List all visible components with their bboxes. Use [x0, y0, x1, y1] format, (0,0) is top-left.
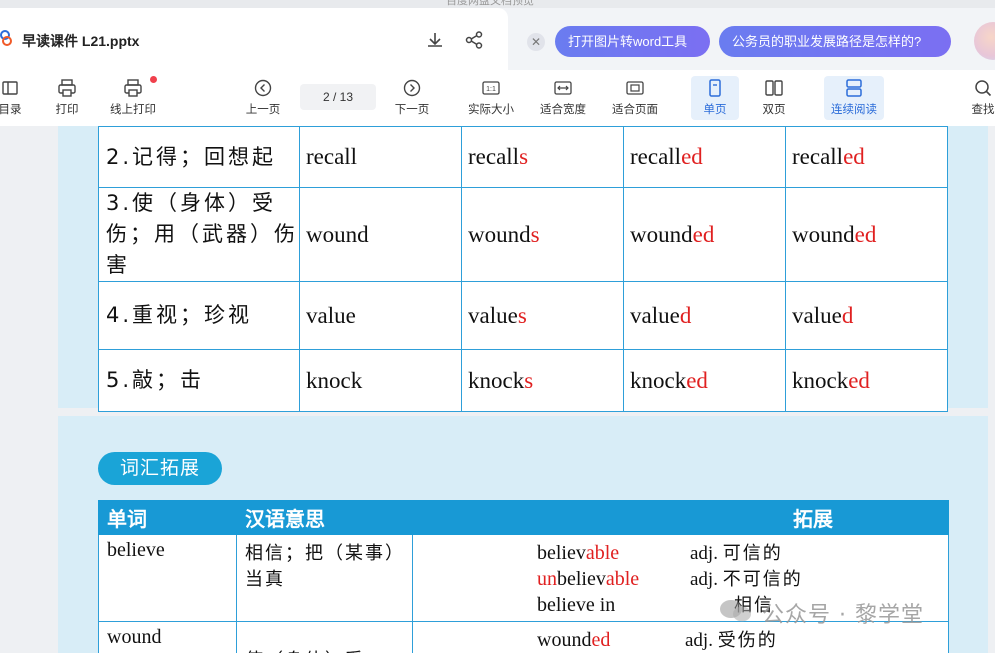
- meaning-cell: 使（身体）受: [236, 621, 413, 653]
- table-row: 4.重视；珍视 value values valued valued: [98, 281, 948, 350]
- fit-page-button[interactable]: 适合页面: [610, 76, 660, 120]
- meaning-cell: 2.记得；回想起: [98, 126, 300, 188]
- section-tag: 词汇拓展: [98, 452, 222, 485]
- app-title-bar: 百度网盘文档预览: [0, 0, 995, 8]
- catalog-label: 目录: [0, 104, 22, 116]
- file-name: 早读课件 L21.pptx: [22, 33, 140, 49]
- third-person-cell: knocks: [461, 349, 624, 412]
- single-page-button[interactable]: 单页: [691, 76, 739, 120]
- third-person-cell: recalls: [461, 126, 624, 188]
- page-total: 13: [339, 90, 354, 104]
- print-label: 打印: [55, 104, 79, 116]
- past-participle-cell: recalled: [785, 126, 948, 188]
- printer-icon: [58, 79, 76, 97]
- double-page-icon: [765, 80, 783, 96]
- word-cell: believe: [98, 534, 237, 622]
- document-tab[interactable]: 早读课件 L21.pptx: [0, 8, 508, 70]
- table-row: 2.记得；回想起 recall recalls recalled recalle…: [98, 126, 948, 188]
- extension-item: wounded adj. 受伤的: [537, 629, 778, 651]
- word-cell: wound: [98, 621, 237, 653]
- notification-dot: [150, 76, 157, 83]
- print-button[interactable]: 打印: [50, 76, 84, 120]
- table-row: 3.使（身体）受伤；用（武器）伤害 wound wounds wounded w…: [98, 187, 948, 282]
- suggested-question-button[interactable]: 公务员的职业发展路径是怎样的?: [719, 26, 951, 57]
- chevron-left-icon: [254, 79, 272, 97]
- meaning-cell: 4.重视；珍视: [98, 281, 300, 350]
- chevron-right-icon: [403, 79, 421, 97]
- single-page-label: 单页: [703, 104, 727, 116]
- table-row: 5.敲；击 knock knocks knocked knocked: [98, 349, 948, 412]
- vocabulary-extension-table: 单词 汉语意思 拓展 believe 相信；把（某事）当真 believable…: [98, 500, 949, 653]
- base-form-cell: value: [299, 281, 462, 350]
- document-canvas[interactable]: 2.记得；回想起 recall recalls recalled recalle…: [0, 126, 995, 653]
- share-icon[interactable]: [464, 30, 484, 50]
- printer-online-icon: [124, 79, 142, 97]
- third-person-cell: values: [461, 281, 624, 350]
- fit-page-label: 适合页面: [612, 104, 658, 116]
- third-person-cell: wounds: [461, 187, 624, 282]
- fit-width-button[interactable]: 适合宽度: [538, 76, 588, 120]
- continuous-reading-label: 连续阅读: [831, 104, 877, 116]
- word-forms-table: 2.记得；回想起 recall recalls recalled recalle…: [98, 126, 948, 412]
- catalog-icon: [2, 81, 18, 95]
- fit-width-icon: [554, 81, 572, 95]
- double-page-label: 双页: [762, 104, 786, 116]
- close-tips-icon[interactable]: ✕: [527, 33, 545, 51]
- past-cell: recalled: [623, 126, 786, 188]
- page-current: 2: [322, 90, 330, 104]
- past-cell: wounded: [623, 187, 786, 282]
- word-tool-button[interactable]: 打开图片转word工具: [555, 26, 710, 57]
- svg-text:1:1: 1:1: [486, 86, 496, 93]
- header-meaning: 汉语意思: [236, 500, 413, 535]
- online-print-label: 线上打印: [110, 104, 156, 116]
- slide-word-forms: 2.记得；回想起 recall recalls recalled recalle…: [58, 126, 988, 412]
- toolbar: 目录 打印 线上打印 上一页 2 / 13 下一页 1:1 实际大小 适合宽度 …: [0, 70, 995, 126]
- catalog-button[interactable]: 目录: [0, 76, 28, 120]
- table-header-row: 单词 汉语意思 拓展: [98, 500, 949, 535]
- find-label: 查找: [971, 104, 995, 116]
- wechat-icon: [720, 600, 751, 622]
- continuous-reading-icon: [846, 79, 862, 97]
- double-page-button[interactable]: 双页: [756, 76, 792, 120]
- page-separator: /: [332, 90, 337, 104]
- past-participle-cell: knocked: [785, 349, 948, 412]
- extension-item: believable adj. 可信的: [537, 542, 783, 564]
- app-title: 百度网盘文档预览: [446, 0, 534, 7]
- prev-label: 上一页: [245, 104, 281, 116]
- prev-page-button[interactable]: 上一页: [244, 76, 282, 120]
- next-page-button[interactable]: 下一页: [393, 76, 431, 120]
- continuous-reading-button[interactable]: 连续阅读: [824, 76, 884, 120]
- watermark: 公众号 · 黎学堂: [762, 603, 924, 628]
- meaning-cell: 相信；把（某事）当真: [236, 534, 413, 622]
- extension-item: unbelievable adj. 不可信的: [537, 568, 803, 590]
- download-icon[interactable]: [425, 30, 445, 50]
- meaning-cell: 5.敲；击: [98, 349, 300, 412]
- next-label: 下一页: [394, 104, 430, 116]
- base-form-cell: recall: [299, 126, 462, 188]
- base-form-cell: knock: [299, 349, 462, 412]
- past-cell: knocked: [623, 349, 786, 412]
- actual-size-button[interactable]: 1:1 实际大小: [466, 76, 516, 120]
- actual-size-label: 实际大小: [468, 104, 514, 116]
- search-icon: [975, 80, 992, 97]
- header-extension: 拓展: [412, 500, 949, 535]
- past-participle-cell: valued: [785, 281, 948, 350]
- single-page-icon: [709, 79, 721, 97]
- find-button[interactable]: 查找: [967, 76, 995, 120]
- meaning-cell: 3.使（身体）受伤；用（武器）伤害: [98, 187, 300, 282]
- base-form-cell: wound: [299, 187, 462, 282]
- header-word: 单词: [98, 500, 237, 535]
- past-participle-cell: wounded: [785, 187, 948, 282]
- fit-page-icon: [626, 81, 644, 95]
- page-indicator[interactable]: 2 / 13: [300, 84, 376, 110]
- past-cell: valued: [623, 281, 786, 350]
- fit-width-label: 适合宽度: [540, 104, 586, 116]
- file-logo-icon: [0, 30, 12, 46]
- actual-size-icon: 1:1: [482, 81, 500, 95]
